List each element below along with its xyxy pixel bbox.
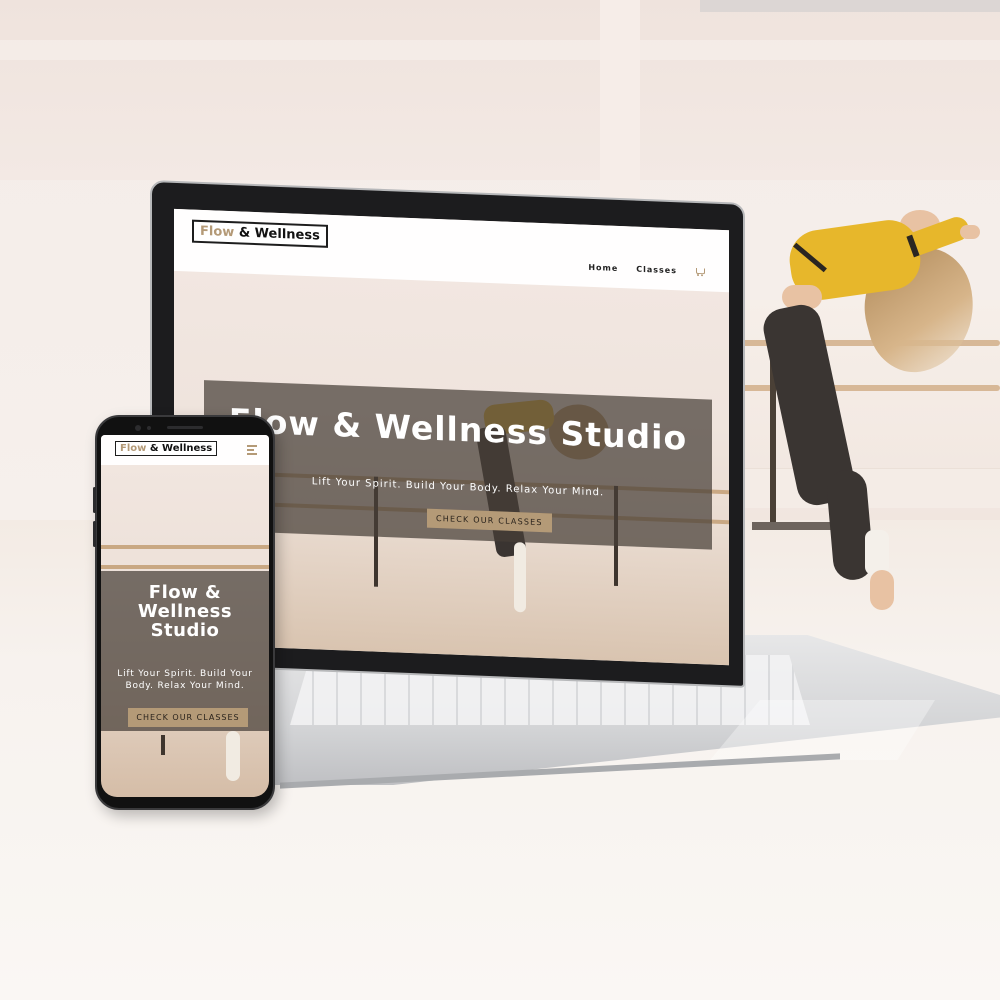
mobile-logo[interactable]: Flow & Wellness — [115, 441, 218, 456]
barre-upper — [101, 545, 269, 549]
phone-volume-button — [93, 521, 96, 547]
barre-lower — [101, 565, 269, 569]
phone-speaker — [167, 426, 203, 429]
site-logo[interactable]: Flow & Wellness — [192, 219, 328, 248]
phone-camera — [135, 425, 141, 431]
phone-sensor — [147, 426, 151, 430]
hero-panel: Flow & Wellness Studio Lift Your Spirit.… — [204, 380, 712, 550]
barre-post — [161, 735, 165, 755]
mini-dancer-foot — [226, 731, 240, 781]
hero-subtitle: Lift Your Spirit. Build Your Body. Relax… — [311, 476, 605, 499]
mobile-header: Flow & Wellness — [101, 435, 269, 465]
logo-wellness-text: & Wellness — [238, 225, 320, 244]
nav-classes[interactable]: Classes — [636, 265, 677, 276]
phone-mockup: Flow & Wellness Flow & Wellness Studio L… — [93, 415, 275, 810]
logo-wellness-text: & Wellness — [149, 443, 213, 454]
logo-flow-text: Flow — [120, 443, 147, 454]
mobile-check-classes-button[interactable]: CHECK OUR CLASSES — [128, 708, 248, 727]
ceiling-beam — [0, 40, 1000, 60]
phone-screen: Flow & Wellness Flow & Wellness Studio L… — [101, 435, 269, 797]
cart-icon[interactable] — [695, 267, 705, 276]
hero-title: Flow & Wellness Studio — [228, 401, 688, 458]
mini-dancer-foot — [514, 541, 526, 613]
mobile-hero-subtitle: Lift Your Spirit. Build Your Body. Relax… — [117, 669, 253, 691]
studio-ceiling — [0, 0, 1000, 180]
mobile-hero-title: Flow & Wellness Studio — [137, 582, 233, 641]
check-classes-button[interactable]: CHECK OUR CLASSES — [427, 508, 552, 533]
phone-volume-button — [93, 487, 96, 513]
mobile-hero-panel: Flow & Wellness Studio Lift Your Spirit.… — [101, 571, 269, 731]
laptop-mockup: Flow & Wellness Home Classes Flow & Well… — [150, 180, 1000, 800]
nav-home[interactable]: Home — [588, 263, 618, 273]
main-nav: Home Classes — [588, 263, 705, 276]
logo-flow-text: Flow — [200, 223, 235, 241]
ceiling-light — [700, 0, 1000, 12]
hamburger-menu-icon[interactable] — [247, 445, 257, 455]
